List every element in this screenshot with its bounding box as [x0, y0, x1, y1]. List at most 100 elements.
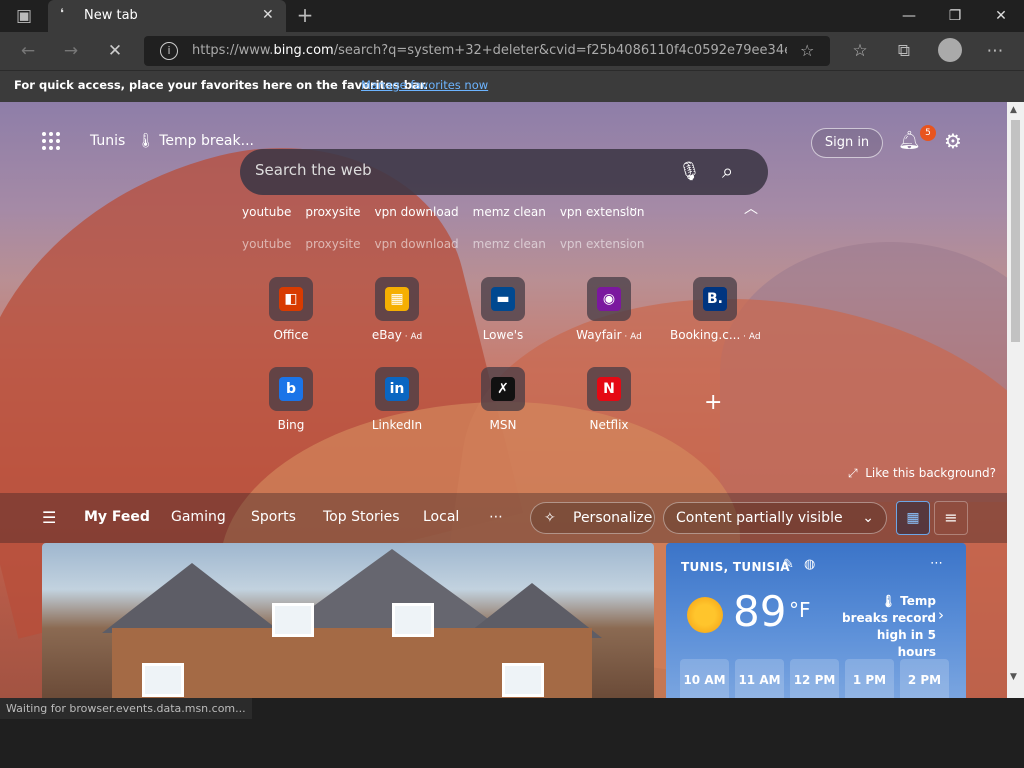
tile-logo-icon: N — [597, 377, 621, 401]
restore-button[interactable]: ❐ — [935, 4, 975, 28]
add-shortcut-icon[interactable]: + — [704, 390, 722, 415]
tab-top-stories[interactable]: Top Stories — [323, 509, 400, 525]
tab-new-tab[interactable]: ❛ New tab ✕ — [48, 0, 286, 32]
tab-local[interactable]: Local — [423, 509, 459, 525]
search-suggestions-ghost: youtube proxysite vpn download memz clean vp… — [242, 237, 658, 251]
tile-label: Wayfair · Ad — [576, 328, 642, 342]
tile-office[interactable]: ◧ Office — [246, 277, 336, 342]
settings-gear-icon[interactable]: ⚙ — [944, 129, 962, 153]
forward-icon[interactable]: → — [59, 40, 83, 62]
location-label[interactable]: Tunis — [90, 133, 125, 149]
add-favorite-icon[interactable]: ☆ — [800, 41, 814, 60]
personalize-button[interactable]: ✧ Personalize — [530, 502, 655, 534]
status-text: Waiting for browser.events.data.msn.com.… — [0, 698, 252, 719]
news-card-image[interactable] — [42, 543, 654, 698]
suggestion-item[interactable]: memz clean — [473, 205, 546, 219]
tile-logo-icon: ✗ — [491, 377, 515, 401]
house-window — [392, 603, 434, 637]
tile-bing[interactable]: b Bing — [246, 367, 336, 432]
suggestion-item[interactable]: vpn download — [375, 205, 459, 219]
scrollbar-thumb[interactable] — [1011, 120, 1020, 342]
search-suggestions: youtube proxysite vpn download memz clean vp… — [242, 205, 658, 219]
sign-in-button[interactable]: Sign in — [811, 128, 883, 158]
manage-favorites-link[interactable]: Manage favorites now — [361, 78, 488, 92]
tab-actions-icon[interactable]: ▣ — [12, 5, 36, 27]
weather-more-icon[interactable]: ⋯ — [930, 556, 943, 571]
weather-unit[interactable]: °F — [789, 598, 811, 622]
weather-card[interactable]: TUNIS, TUNISIA ✎ ◍ ⋯ 89 °F 🌡 Temp breaks… — [666, 543, 966, 698]
content-visibility-value: Content partially visible — [676, 510, 843, 526]
tab-close-icon[interactable]: ✕ — [262, 7, 274, 23]
weather-alert[interactable]: 🌡 Temp breaks record high in 5 hours — [838, 593, 936, 661]
more-suggestions-icon[interactable]: ⋯ — [625, 202, 639, 217]
personalize-label: Personalize — [573, 510, 653, 526]
tile-label: Lowe's — [482, 328, 524, 342]
scroll-down-icon[interactable]: ▼ — [1010, 672, 1017, 682]
content-visibility-dropdown[interactable]: Content partially visible ⌄ — [663, 502, 887, 534]
new-tab-icon[interactable]: + — [293, 4, 317, 26]
more-menu-icon[interactable]: ⋯ — [983, 40, 1007, 62]
tile-lowe-s[interactable]: ▬ Lowe's — [458, 277, 548, 342]
tile-logo-icon: ◧ — [279, 287, 303, 311]
weather-chip[interactable]: 🌡 Temp break... — [137, 133, 254, 149]
tile-netflix[interactable]: N Netflix — [564, 367, 654, 432]
house-roof — [102, 563, 282, 633]
profile-avatar[interactable] — [938, 38, 962, 62]
hourly-forecast: 10 AM — [680, 659, 729, 698]
back-icon[interactable]: ← — [16, 40, 40, 62]
chevron-right-icon[interactable]: › — [938, 606, 944, 624]
stop-loading-icon[interactable]: ✕ — [103, 40, 127, 62]
search-box[interactable]: 🎙︎ ⌕ — [240, 149, 768, 195]
search-input[interactable] — [255, 161, 655, 179]
tile-linkedin[interactable]: in LinkedIn — [352, 367, 442, 432]
like-background-link[interactable]: ⤢ Like this background? — [848, 466, 996, 481]
tile-ebay[interactable]: ▦ eBay · Ad — [352, 277, 442, 342]
list-view-icon[interactable]: ≡ — [934, 501, 968, 535]
minimize-button[interactable]: — — [889, 4, 929, 28]
address-bar[interactable]: i https://www.bing.com/search?q=system+3… — [144, 36, 830, 66]
tile-label: MSN — [489, 418, 517, 432]
suggestion-item[interactable]: proxysite — [305, 205, 360, 219]
more-tabs-icon[interactable]: ⋯ — [489, 509, 503, 525]
tile-wayfair[interactable]: ◉ Wayfair · Ad — [564, 277, 654, 342]
edit-location-icon[interactable]: ✎ — [783, 557, 794, 572]
search-icon[interactable]: ⌕ — [722, 159, 733, 183]
menu-icon[interactable]: ☰ — [42, 508, 56, 527]
tab-gaming[interactable]: Gaming — [171, 509, 226, 525]
expand-icon: ⤢ — [848, 466, 858, 480]
favorites-icon[interactable]: ☆ — [848, 40, 872, 62]
tile-icon: ▦ — [375, 277, 419, 321]
grid-view-icon[interactable]: ▦ — [896, 501, 930, 535]
tile-label: LinkedIn — [371, 418, 423, 432]
microphone-icon[interactable]: 🎙︎ — [678, 161, 701, 182]
house-window — [142, 663, 184, 697]
notifications-icon[interactable]: 🔔︎ — [898, 130, 921, 151]
tab-my-feed[interactable]: My Feed — [84, 509, 150, 525]
apps-launcher-icon[interactable] — [42, 132, 62, 152]
close-window-button[interactable]: ✕ — [981, 4, 1021, 28]
chevron-down-icon: ⌄ — [862, 510, 874, 526]
ghost-suggestion: youtube — [242, 237, 292, 251]
status-area: Waiting for browser.events.data.msn.com.… — [0, 698, 1024, 768]
notification-count-badge: 5 — [920, 125, 936, 141]
site-info-icon[interactable]: i — [160, 42, 178, 60]
page-scrollbar[interactable]: ▲ ▼ — [1007, 102, 1024, 698]
navigation-toolbar: ← → ✕ i https://www.bing.com/search?q=sy… — [0, 32, 1024, 70]
globe-icon[interactable]: ◍ — [804, 557, 815, 572]
address-url[interactable]: https://www.bing.com/search?q=system+32+… — [192, 43, 787, 58]
tile-msn[interactable]: ✗ MSN — [458, 367, 548, 432]
tile-icon: ▬ — [481, 277, 525, 321]
ghost-suggestion: vpn extension — [559, 237, 645, 251]
tile-label: Netflix — [589, 418, 629, 432]
house-window — [502, 663, 544, 697]
scroll-up-icon[interactable]: ▲ — [1010, 105, 1017, 115]
collections-icon[interactable]: ⧉ — [892, 40, 916, 62]
tile-icon: in — [375, 367, 419, 411]
collapse-chevron-icon[interactable]: ︿ — [744, 198, 758, 218]
suggestion-item[interactable]: youtube — [242, 205, 291, 219]
tab-sports[interactable]: Sports — [251, 509, 296, 525]
tile-icon: ✗ — [481, 367, 525, 411]
hourly-forecast: 12 PM — [790, 659, 839, 698]
hourly-forecast: 2 PM — [900, 659, 949, 698]
tile-booking-c[interactable]: B. Booking.c... · Ad — [670, 277, 761, 342]
